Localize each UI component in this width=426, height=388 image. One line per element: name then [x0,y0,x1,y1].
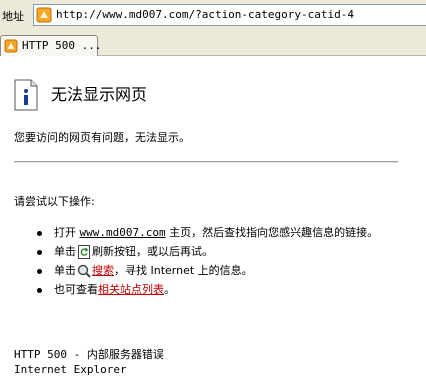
search-icon[interactable] [77,264,91,278]
tab-strip: HTTP 500 ... [0,32,426,56]
list-item: 单击 刷新按钮，或以后再试。 [36,244,396,260]
suggestion-list: 打开 www.md007.com 主页，然后查找指向您感兴趣信息的链接。 单击 … [36,225,396,301]
refresh-icon[interactable] [77,245,91,259]
site-link[interactable]: www.md007.com [80,226,166,239]
divider [14,161,398,163]
item-text: 打开 [54,226,76,239]
error-code: HTTP 500 - 内部服务器错误 [14,348,164,361]
address-url[interactable]: http://www.md007.com/?action-category-ca… [56,8,354,21]
info-icon [14,79,38,111]
page-icon [4,39,18,53]
list-item: 单击 搜索，寻找 Internet 上的信息。 [36,263,396,279]
page-title: 无法显示网页 [51,85,148,104]
item-text: 。 [164,283,175,296]
item-text: 也可查看 [54,283,98,296]
page-subtitle: 您要访问的网页有问题，无法显示。 [14,131,190,144]
tab-label: HTTP 500 ... [22,39,102,52]
address-bar: 地址 http://www.md007.com/?action-category… [0,0,426,32]
item-text: 单击 [54,264,76,277]
address-label: 地址 [2,10,24,23]
item-text: ，寻找 Internet 上的信息。 [114,264,253,277]
error-page: 无法显示网页 您要访问的网页有问题，无法显示。 请尝试以下操作: 打开 www.… [0,57,426,388]
list-item: 也可查看相关站点列表。 [36,282,396,298]
item-text: 主页，然后查找指向您感兴趣信息的链接。 [169,226,379,239]
item-text: 刷新按钮，或以后再试。 [92,245,213,258]
tab-http-500[interactable]: HTTP 500 ... [0,35,102,56]
related-sites-link[interactable]: 相关站点列表 [98,283,164,296]
item-text: 单击 [54,245,76,258]
try-heading: 请尝试以下操作: [14,195,95,208]
page-icon [36,7,52,23]
search-link[interactable]: 搜索 [92,264,114,277]
list-item: 打开 www.md007.com 主页，然后查找指向您感兴趣信息的链接。 [36,225,396,241]
browser-name: Internet Explorer [14,363,127,376]
address-input[interactable]: http://www.md007.com/?action-category-ca… [33,4,426,26]
